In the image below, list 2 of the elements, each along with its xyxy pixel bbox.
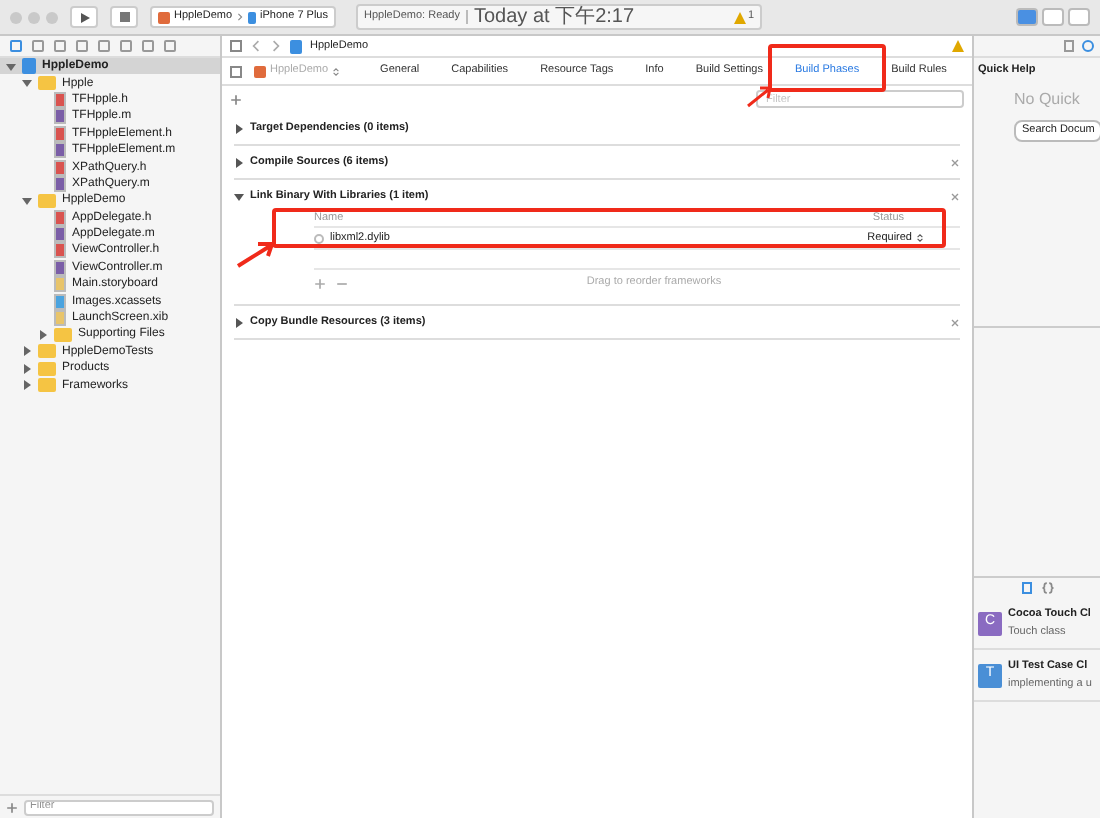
empty-message: No Quick	[1014, 88, 1080, 113]
build-time: Today at 下午2:17	[474, 7, 635, 27]
